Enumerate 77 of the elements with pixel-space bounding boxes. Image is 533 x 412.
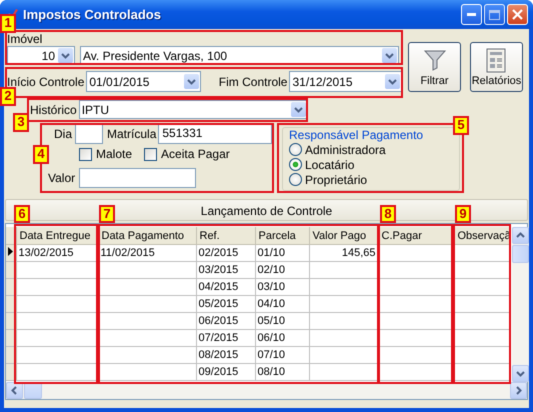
table-cell: 07/2015 <box>196 330 255 346</box>
field-label: Início Controle <box>7 74 84 88</box>
column-header[interactable]: Ref. <box>196 227 255 244</box>
column-header[interactable]: C.Pagar <box>378 227 454 244</box>
dropdown-field[interactable]: 31/12/2015 <box>289 71 402 92</box>
column-header[interactable]: Valor Pago <box>309 227 378 244</box>
radio-button[interactable] <box>289 158 302 171</box>
group-title: Responsável Pagamento <box>289 128 426 142</box>
callout-number: 2 <box>0 87 16 106</box>
callout-number: 5 <box>453 116 469 135</box>
vertical-scrollbar[interactable] <box>512 227 528 382</box>
close-icon <box>512 9 523 20</box>
table-cell: 09/2015 <box>196 364 255 380</box>
report-icon <box>484 48 508 74</box>
radio-label: Proprietário <box>305 172 368 186</box>
dropdown-field[interactable]: IPTU <box>78 100 308 119</box>
scroll-down-button[interactable] <box>512 365 528 382</box>
current-row-icon <box>8 247 13 256</box>
table-cell: 04/10 <box>255 296 309 312</box>
table-cell: 11/02/2015 <box>98 244 196 262</box>
minimize-button[interactable] <box>461 4 482 25</box>
column-header[interactable]: Data Entregue <box>16 227 98 244</box>
scroll-up-button[interactable] <box>512 227 528 244</box>
scroll-thumb[interactable] <box>512 245 528 263</box>
checkbox[interactable] <box>79 148 92 160</box>
callout-number: 1 <box>0 14 16 33</box>
table-cell: 13/02/2015 <box>16 244 98 262</box>
field-label: Matrícula <box>107 126 156 140</box>
table-cell: 08/10 <box>255 364 309 380</box>
table-cell: 06/2015 <box>196 312 255 330</box>
column-header[interactable]: Parcela <box>255 227 309 244</box>
minimize-icon <box>467 13 476 16</box>
reports-button[interactable]: Relatórios <box>470 42 523 92</box>
field-label: Fim Controle <box>218 74 288 88</box>
column-header[interactable]: Observaçã <box>454 227 510 244</box>
table-cell: 05/10 <box>255 312 309 330</box>
field-label: Imóvel <box>7 33 44 46</box>
maximize-button[interactable] <box>484 4 505 25</box>
checkbox-label: Malote <box>96 147 132 161</box>
input-field[interactable] <box>79 168 196 188</box>
radio-button[interactable] <box>289 173 302 186</box>
column-header[interactable]: Data Pagamento <box>98 227 196 244</box>
input-field[interactable] <box>75 123 104 144</box>
field-label: Histórico <box>30 102 77 116</box>
table-cell: 08/2015 <box>196 346 255 364</box>
callout-number: 8 <box>380 205 396 223</box>
scroll-left-button[interactable] <box>6 382 23 399</box>
window-title: Impostos Controlados <box>23 7 162 22</box>
checkbox[interactable] <box>144 148 158 160</box>
table-cell: 03/10 <box>255 278 309 296</box>
table-cell: 06/10 <box>255 330 309 346</box>
scroll-right-button[interactable] <box>510 382 527 399</box>
filter-button[interactable]: Filtrar <box>408 42 461 92</box>
table-cell: 02/10 <box>255 262 309 278</box>
callout-number: 3 <box>13 113 29 132</box>
radio-label: Locatário <box>305 158 354 172</box>
table-cell: 04/2015 <box>196 278 255 296</box>
radio-label: Administradora <box>305 142 386 156</box>
radio-button[interactable] <box>289 143 302 156</box>
dropdown-field[interactable]: 01/01/2015 <box>86 71 201 92</box>
callout-number: 9 <box>455 205 471 223</box>
table-cell: 05/2015 <box>196 296 255 312</box>
callout-number: 4 <box>33 145 49 164</box>
table-cell: 145,65 <box>309 244 378 262</box>
input-field[interactable]: 551331 <box>158 123 272 144</box>
field-label: Valor <box>48 171 76 185</box>
funnel-icon <box>422 48 446 72</box>
table-cell: 03/2015 <box>196 262 255 278</box>
close-button[interactable] <box>507 4 528 25</box>
field-label: Dia <box>54 126 72 140</box>
table-cell: 01/10 <box>255 244 309 262</box>
table-cell: 07/10 <box>255 346 309 364</box>
callout-number: 7 <box>99 205 115 223</box>
table-cell: 02/2015 <box>196 244 255 262</box>
callout-number: 6 <box>14 205 30 223</box>
maximize-icon <box>489 10 500 20</box>
checkbox-label: Aceita Pagar <box>161 147 230 161</box>
